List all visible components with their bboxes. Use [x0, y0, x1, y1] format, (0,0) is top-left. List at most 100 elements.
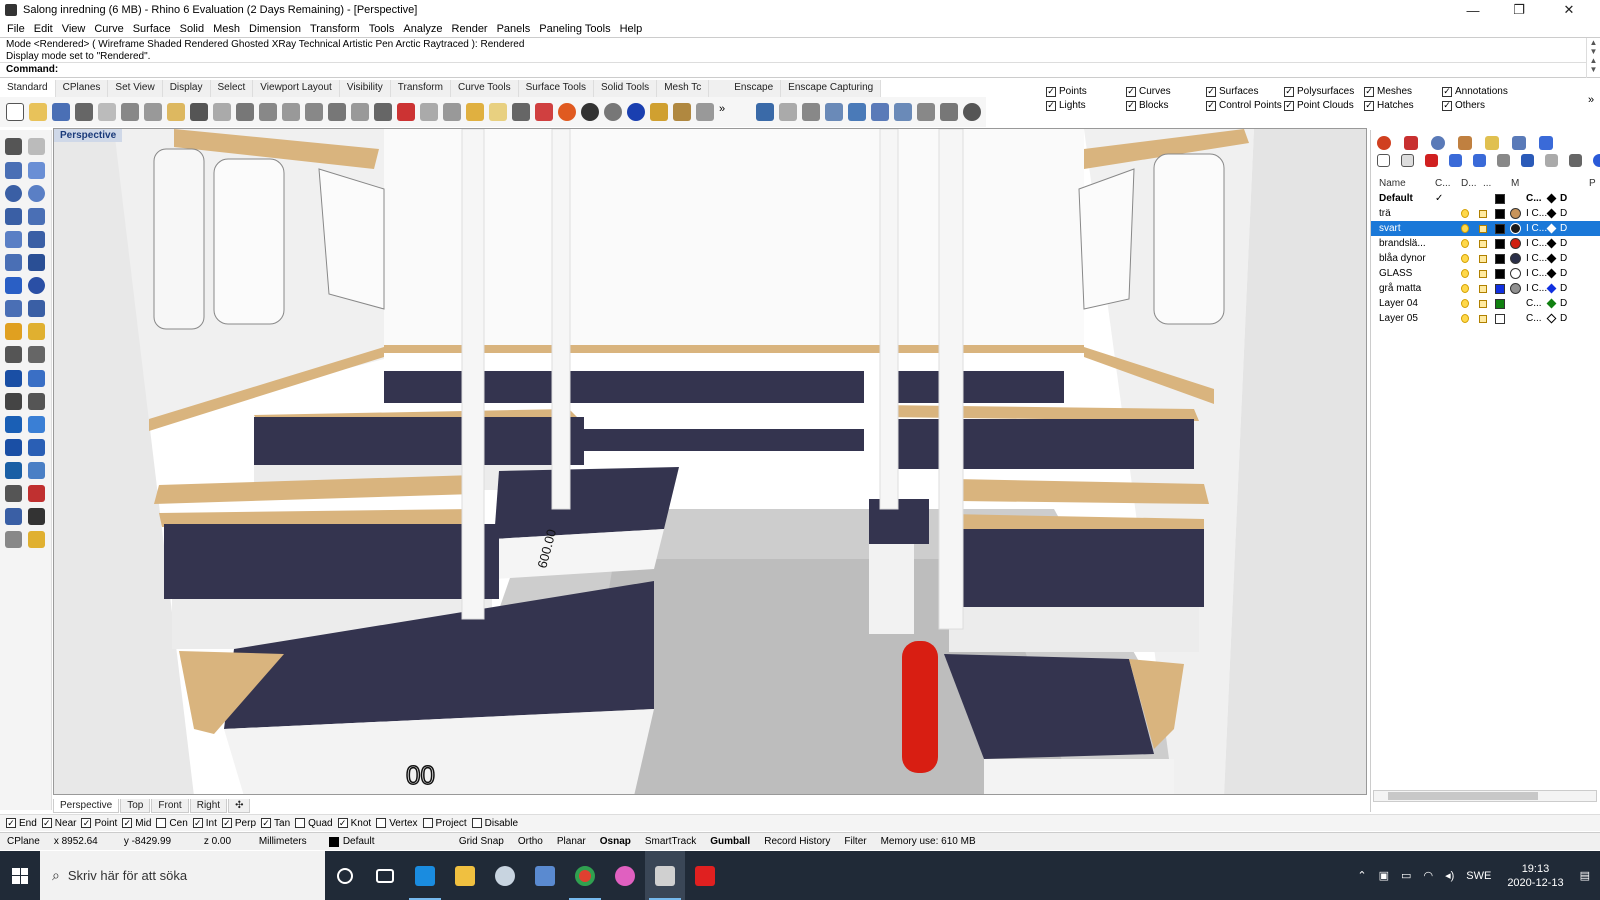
material-sphere-icon[interactable]: [1510, 238, 1521, 249]
curve-icon[interactable]: [28, 162, 45, 179]
new-file-icon[interactable]: [6, 103, 24, 121]
layer-help-icon[interactable]: [1593, 154, 1600, 167]
tab-enscape-capturing[interactable]: Enscape Capturing: [781, 80, 882, 97]
layer-color-swatch[interactable]: [1495, 238, 1505, 249]
maximize-button[interactable]: ❐: [1496, 0, 1542, 20]
offset-icon[interactable]: [5, 462, 22, 479]
status-cplane[interactable]: CPlane: [0, 836, 47, 847]
move-down-icon[interactable]: [1473, 154, 1486, 167]
perspective-viewport[interactable]: 600.00 00 Perspective: [53, 128, 1367, 795]
environment-tab-icon[interactable]: [1512, 136, 1526, 150]
lock-icon[interactable]: [1479, 209, 1487, 218]
osnap-vertex[interactable]: Vertex: [376, 818, 418, 829]
calculator-icon[interactable]: [525, 851, 565, 900]
print-color-icon[interactable]: [1546, 268, 1557, 279]
menu-help[interactable]: Help: [620, 23, 643, 35]
layer-row[interactable]: trä I C... D: [1371, 206, 1600, 221]
osnap-icon[interactable]: [443, 103, 461, 121]
tab-solid-tools[interactable]: Solid Tools: [594, 80, 658, 97]
undo-icon[interactable]: [190, 103, 208, 121]
light-bulb-icon[interactable]: [489, 103, 507, 121]
scrollbar-thumb[interactable]: [1388, 792, 1538, 800]
enscape-views-icon[interactable]: [802, 103, 820, 121]
steam-icon[interactable]: [485, 851, 525, 900]
tab-transform[interactable]: Transform: [391, 80, 451, 97]
col-current[interactable]: C...: [1435, 178, 1451, 189]
arc-icon[interactable]: [5, 208, 22, 225]
osnap-perp[interactable]: ✓ Perp: [221, 818, 256, 829]
properties-tab-icon[interactable]: [1377, 136, 1391, 150]
material-sphere-icon[interactable]: [1510, 253, 1521, 264]
menu-curve[interactable]: Curve: [94, 23, 123, 35]
layer-color-swatch[interactable]: [1495, 313, 1505, 324]
print-color-icon[interactable]: [1546, 223, 1557, 234]
enscape-panorama-icon[interactable]: [894, 103, 912, 121]
material-sphere-icon[interactable]: [1510, 283, 1521, 294]
status-record-history[interactable]: Record History: [757, 836, 837, 847]
split-icon[interactable]: [28, 346, 45, 363]
viewport-tab-front[interactable]: Front: [151, 799, 189, 813]
zoom-window-icon[interactable]: [282, 103, 300, 121]
visible-bulb-icon[interactable]: [1461, 284, 1469, 293]
chrome-icon[interactable]: [565, 851, 605, 900]
point-icon[interactable]: [28, 138, 45, 155]
osnap-disable[interactable]: Disable: [471, 818, 518, 829]
menu-edit[interactable]: Edit: [34, 23, 53, 35]
array-icon[interactable]: [28, 439, 45, 456]
copy-icon[interactable]: [144, 103, 162, 121]
command-input[interactable]: [0, 62, 1586, 77]
enscape-batch-icon[interactable]: [871, 103, 889, 121]
light-icon[interactable]: [28, 531, 45, 548]
render-icon[interactable]: [5, 531, 22, 548]
more-tools-chevron-icon[interactable]: »: [719, 103, 737, 121]
tab-set-view[interactable]: Set View: [108, 80, 163, 97]
points-icon[interactable]: [466, 103, 484, 121]
filter-meshes[interactable]: ✓ Meshes: [1364, 86, 1412, 97]
viewport-title[interactable]: Perspective: [54, 129, 123, 142]
itunes-icon[interactable]: [605, 851, 645, 900]
cut-icon[interactable]: [121, 103, 139, 121]
polyline-icon[interactable]: [5, 162, 22, 179]
check-icon[interactable]: [28, 508, 45, 525]
filter-others[interactable]: ✓ Others: [1442, 100, 1485, 111]
color-wheel-icon[interactable]: [558, 103, 576, 121]
enscape-export-icon[interactable]: [940, 103, 958, 121]
rotate-view-icon[interactable]: [236, 103, 254, 121]
col-display[interactable]: D...: [1461, 178, 1477, 189]
checkbox-icon[interactable]: [376, 818, 387, 828]
network-icon[interactable]: ◠: [1423, 869, 1433, 882]
tab-enscape[interactable]: Enscape: [727, 80, 782, 97]
visible-bulb-icon[interactable]: [1461, 269, 1469, 278]
lock-icon[interactable]: [512, 103, 530, 121]
col-more[interactable]: ...: [1483, 178, 1491, 189]
language-indicator[interactable]: SWE: [1466, 870, 1491, 882]
lock-icon[interactable]: [1479, 269, 1487, 278]
layer-color-swatch[interactable]: [1495, 283, 1505, 294]
copy-object-icon[interactable]: [28, 393, 45, 410]
osnap-point[interactable]: ✓ Point: [81, 818, 117, 829]
select-arrow-icon[interactable]: [5, 138, 22, 155]
tray-chevron-icon[interactable]: ⌃: [1357, 869, 1366, 882]
menu-paneling-tools[interactable]: Paneling Tools: [539, 23, 610, 35]
layers-tab-icon[interactable]: [1404, 136, 1418, 150]
status-grid-snap[interactable]: Grid Snap: [452, 836, 511, 847]
layer-row[interactable]: GLASS I C... D: [1371, 266, 1600, 281]
scale-icon[interactable]: [28, 416, 45, 433]
material-sphere-icon[interactable]: [1510, 268, 1521, 279]
menu-transform[interactable]: Transform: [310, 23, 360, 35]
filter-layers-icon[interactable]: [1521, 154, 1534, 167]
visible-bulb-icon[interactable]: [1461, 239, 1469, 248]
tab-curve-tools[interactable]: Curve Tools: [451, 80, 519, 97]
taskbar-search[interactable]: ⌕ Skriv här för att söka: [40, 851, 325, 900]
print-color-icon[interactable]: [1546, 313, 1557, 324]
menu-panels[interactable]: Panels: [497, 23, 531, 35]
col-material[interactable]: M: [1511, 178, 1519, 189]
menu-render[interactable]: Render: [452, 23, 488, 35]
new-layer-icon[interactable]: [1377, 154, 1390, 167]
osnap-mid[interactable]: ✓ Mid: [122, 818, 151, 829]
tab-select[interactable]: Select: [211, 80, 254, 97]
acrobat-icon[interactable]: [685, 851, 725, 900]
polygon-icon[interactable]: [5, 231, 22, 248]
rotate-icon[interactable]: [5, 416, 22, 433]
layer-states-icon[interactable]: [1545, 154, 1558, 167]
